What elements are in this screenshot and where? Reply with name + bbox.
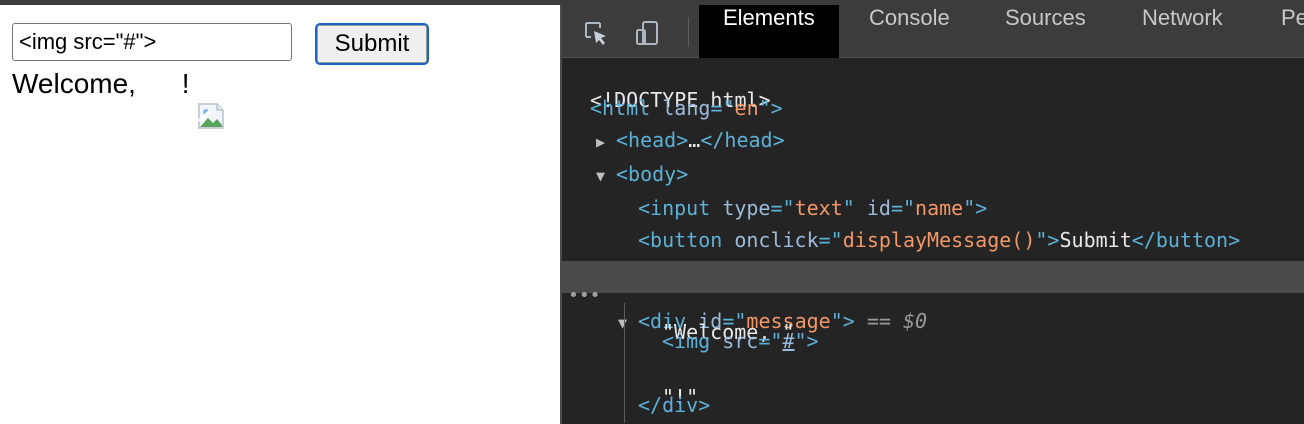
name-input[interactable] xyxy=(12,23,292,61)
tab-network[interactable]: Network xyxy=(1142,5,1223,58)
devtools-toolbar: Elements Console Sources Network Pe xyxy=(562,5,1304,58)
dom-node-input[interactable]: <input type="text" id="name"> xyxy=(562,196,1304,228)
dom-text-node-exclamation[interactable]: "!" xyxy=(562,361,1304,409)
submit-button[interactable]: Submit xyxy=(315,23,429,65)
div-close-tag-name: div xyxy=(662,393,699,417)
button-text-node: Submit xyxy=(1059,228,1132,252)
tab-console[interactable]: Console xyxy=(869,5,950,58)
dom-node-body[interactable]: ▼ <body> xyxy=(562,162,1304,194)
dom-node-html[interactable]: <html lang="en"> xyxy=(562,96,1304,128)
input-attr-type-name: type xyxy=(722,196,771,220)
devtools-panel: Elements Console Sources Network Pe <!DO… xyxy=(560,5,1304,424)
html-tag-name: html xyxy=(602,96,651,120)
collapse-triangle-icon[interactable]: ▼ xyxy=(596,167,616,185)
dom-node-doctype[interactable]: <!DOCTYPE html> xyxy=(562,64,1304,112)
dom-node-div-close[interactable]: </div> xyxy=(562,393,1304,424)
dom-node-div-message-selected[interactable]: ••• ▼ <div id="message"> == $0 xyxy=(562,261,1304,333)
head-tag-name: head xyxy=(628,128,677,152)
tab-sources[interactable]: Sources xyxy=(1005,5,1086,58)
dom-tree: <!DOCTYPE html> <html lang="en"> ▶ <head>… xyxy=(562,58,1304,424)
button-close-tag-name: button xyxy=(1155,228,1229,252)
input-attr-type-value: text xyxy=(794,196,843,220)
img-tag-name: img xyxy=(674,329,711,353)
device-toolbar-icon[interactable] xyxy=(634,19,662,47)
img-attr-src-name: src xyxy=(722,329,759,353)
dom-node-img[interactable]: <img src="#"> xyxy=(562,329,1304,361)
html-attr-name: lang xyxy=(662,96,711,120)
inspect-element-icon[interactable] xyxy=(582,19,610,47)
head-close-tag-name: head xyxy=(724,128,773,152)
body-tag-name: body xyxy=(628,162,677,186)
message-prefix: Welcome, xyxy=(12,68,144,99)
button-attr-onclick-name: onclick xyxy=(734,228,819,252)
dom-node-button[interactable]: <button onclick="displayMessage()">Submi… xyxy=(562,228,1304,260)
button-attr-onclick-value: displayMessage() xyxy=(842,228,1036,252)
input-attr-id-value: name xyxy=(915,196,964,220)
message-suffix: ! xyxy=(181,68,190,99)
dom-node-head[interactable]: ▶ <head>…</head> xyxy=(562,128,1304,160)
tab-elements[interactable]: Elements xyxy=(699,5,839,58)
broken-image-icon xyxy=(150,69,225,129)
expand-triangle-icon[interactable]: ▶ xyxy=(596,133,616,151)
welcome-message: Welcome, ! xyxy=(12,68,225,129)
input-attr-id-name: id xyxy=(866,196,891,220)
img-src-link[interactable]: # xyxy=(782,329,794,353)
dom-text-node-welcome[interactable]: "Welcome, " xyxy=(562,296,1304,344)
page-preview: Submit Welcome, ! xyxy=(0,5,560,424)
input-tag-name: input xyxy=(650,196,711,220)
html-attr-value: en xyxy=(734,96,759,120)
tab-performance[interactable]: Pe xyxy=(1281,5,1304,58)
toolbar-separator xyxy=(688,17,689,47)
head-ellipsis[interactable]: … xyxy=(688,128,700,152)
button-tag-name: button xyxy=(650,228,723,252)
